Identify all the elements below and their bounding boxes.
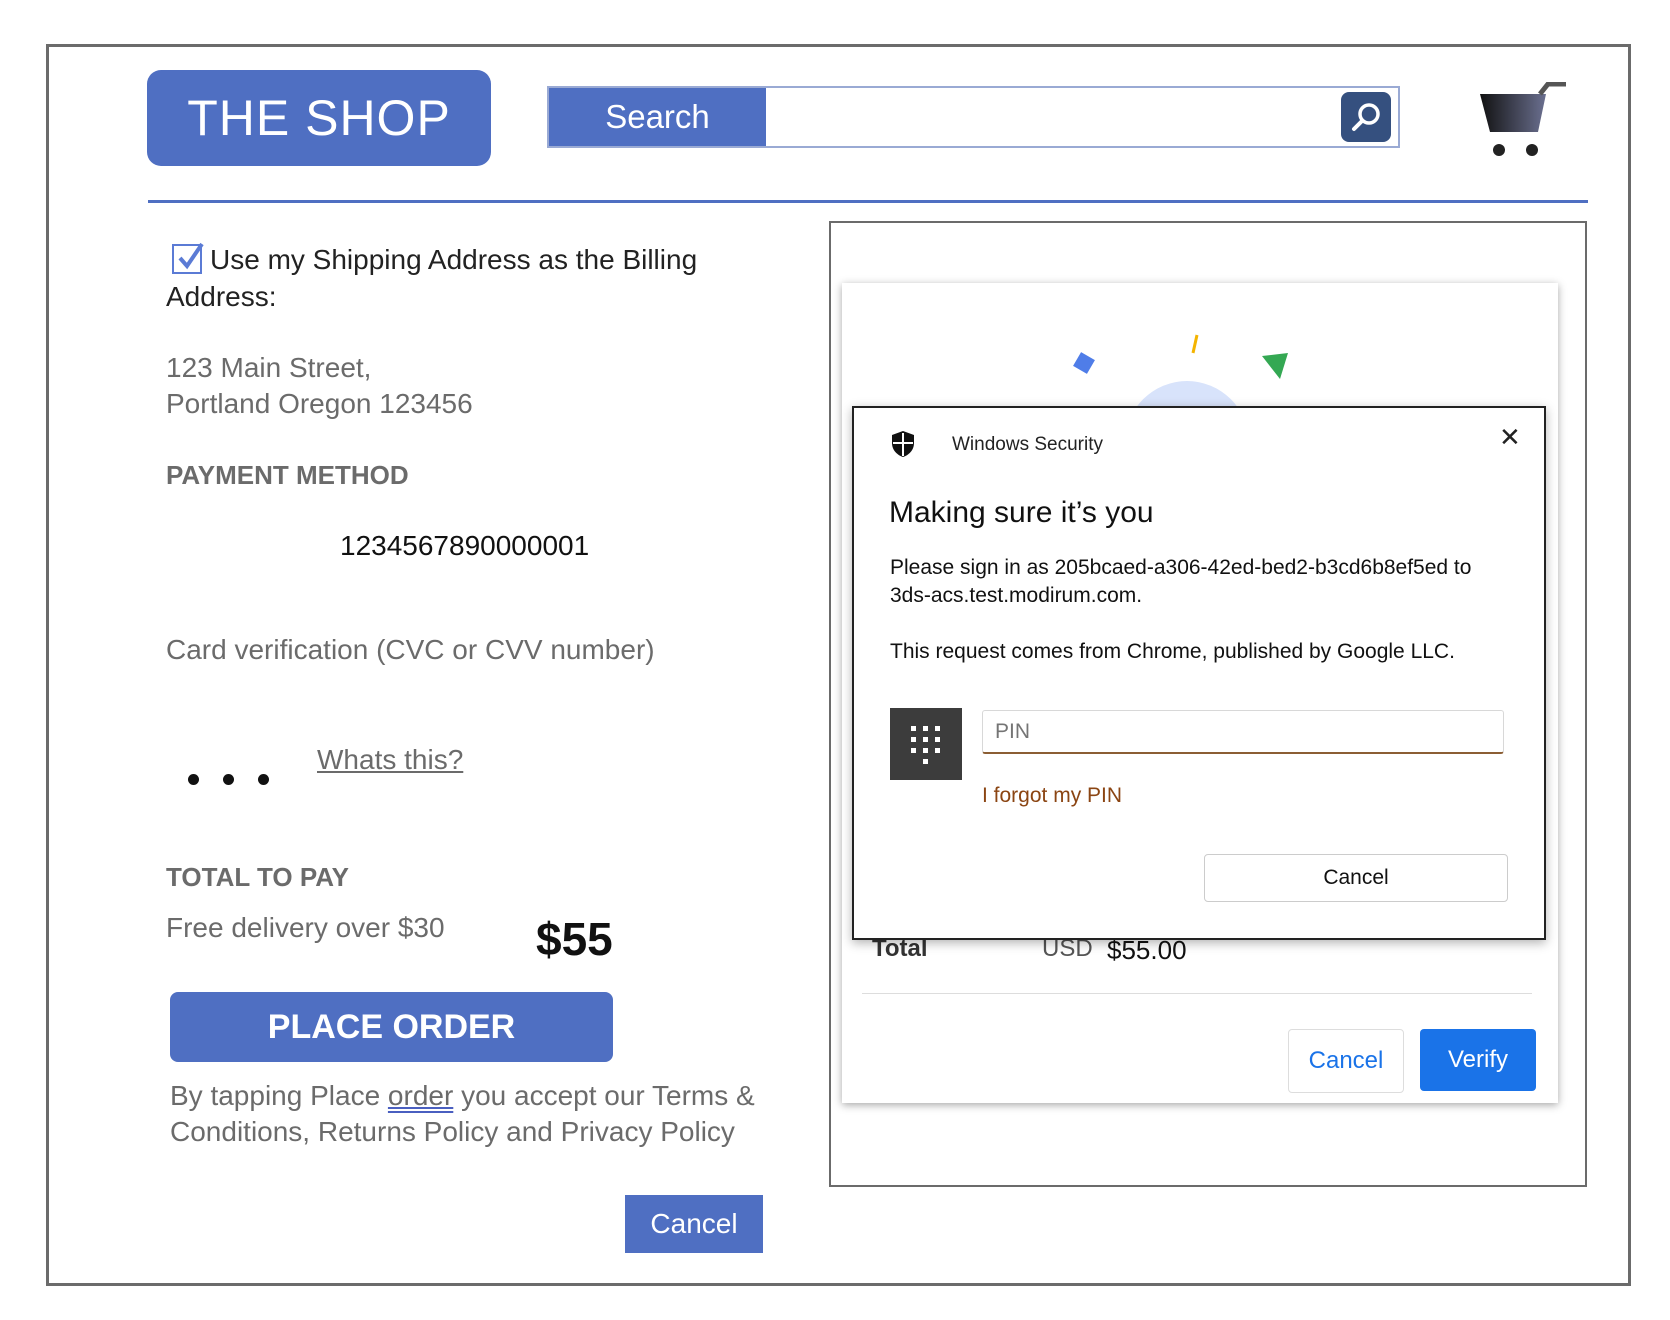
address-line2: Portland Oregon 123456 <box>166 388 473 419</box>
search-button[interactable] <box>1341 92 1391 142</box>
whats-this-link[interactable]: Whats this? <box>317 744 463 776</box>
dialog-cancel-button[interactable]: Cancel <box>1204 854 1508 902</box>
decorative-illustration <box>1073 334 1288 423</box>
cart-icon <box>1480 81 1566 156</box>
search-input[interactable] <box>770 92 1334 144</box>
search-icon <box>1352 103 1380 131</box>
forgot-pin-link[interactable]: I forgot my PIN <box>982 784 1122 808</box>
cart-button[interactable] <box>1478 81 1570 166</box>
order-link[interactable]: order <box>388 1080 453 1111</box>
total-heading: TOTAL TO PAY <box>166 862 350 892</box>
header-divider <box>148 200 1588 203</box>
pin-input[interactable] <box>982 710 1504 754</box>
card-number: 1234567890000001 <box>340 530 590 561</box>
sheet-cancel-button[interactable]: Cancel <box>1288 1029 1404 1093</box>
address-line1: 123 Main Street, <box>166 352 372 383</box>
use-shipping-label: Use my Shipping Address as the Billing <box>210 244 698 275</box>
close-icon[interactable]: ✕ <box>1499 422 1521 453</box>
sheet-divider <box>862 993 1532 994</box>
search-label: Search <box>549 88 766 146</box>
sheet-verify-button[interactable]: Verify <box>1420 1029 1536 1091</box>
dialog-heading: Making sure it’s you <box>889 496 1154 529</box>
search-bar: Search <box>547 86 1400 148</box>
shop-logo[interactable]: THE SHOP <box>147 70 491 166</box>
cvc-label: Card verification (CVC or CVV number) <box>166 634 655 665</box>
checkmark-icon <box>178 242 204 270</box>
use-shipping-label-cont: Address: <box>166 281 277 312</box>
place-order-button[interactable]: PLACE ORDER <box>170 992 613 1062</box>
terms-text: By tapping Place order you accept our Te… <box>170 1078 770 1150</box>
sign-in-message: Please sign in as 205bcaed-a306-42ed-bed… <box>890 556 1472 607</box>
delivery-note: Free delivery over $30 <box>166 912 445 943</box>
terms-before: By tapping Place <box>170 1080 388 1111</box>
keypad-icon <box>890 708 962 780</box>
windows-security-dialog: Windows Security ✕ Making sure it’s you … <box>852 406 1546 940</box>
cvc-masked-value[interactable] <box>188 772 293 790</box>
use-shipping-checkbox[interactable] <box>172 242 204 274</box>
cancel-button[interactable]: Cancel <box>625 1195 763 1253</box>
payment-method-heading: PAYMENT METHOD <box>166 460 409 490</box>
shield-icon <box>890 430 916 463</box>
dialog-title: Windows Security <box>952 434 1103 455</box>
request-source: This request comes from Chrome, publishe… <box>890 640 1455 663</box>
total-amount: $55 <box>536 913 613 965</box>
